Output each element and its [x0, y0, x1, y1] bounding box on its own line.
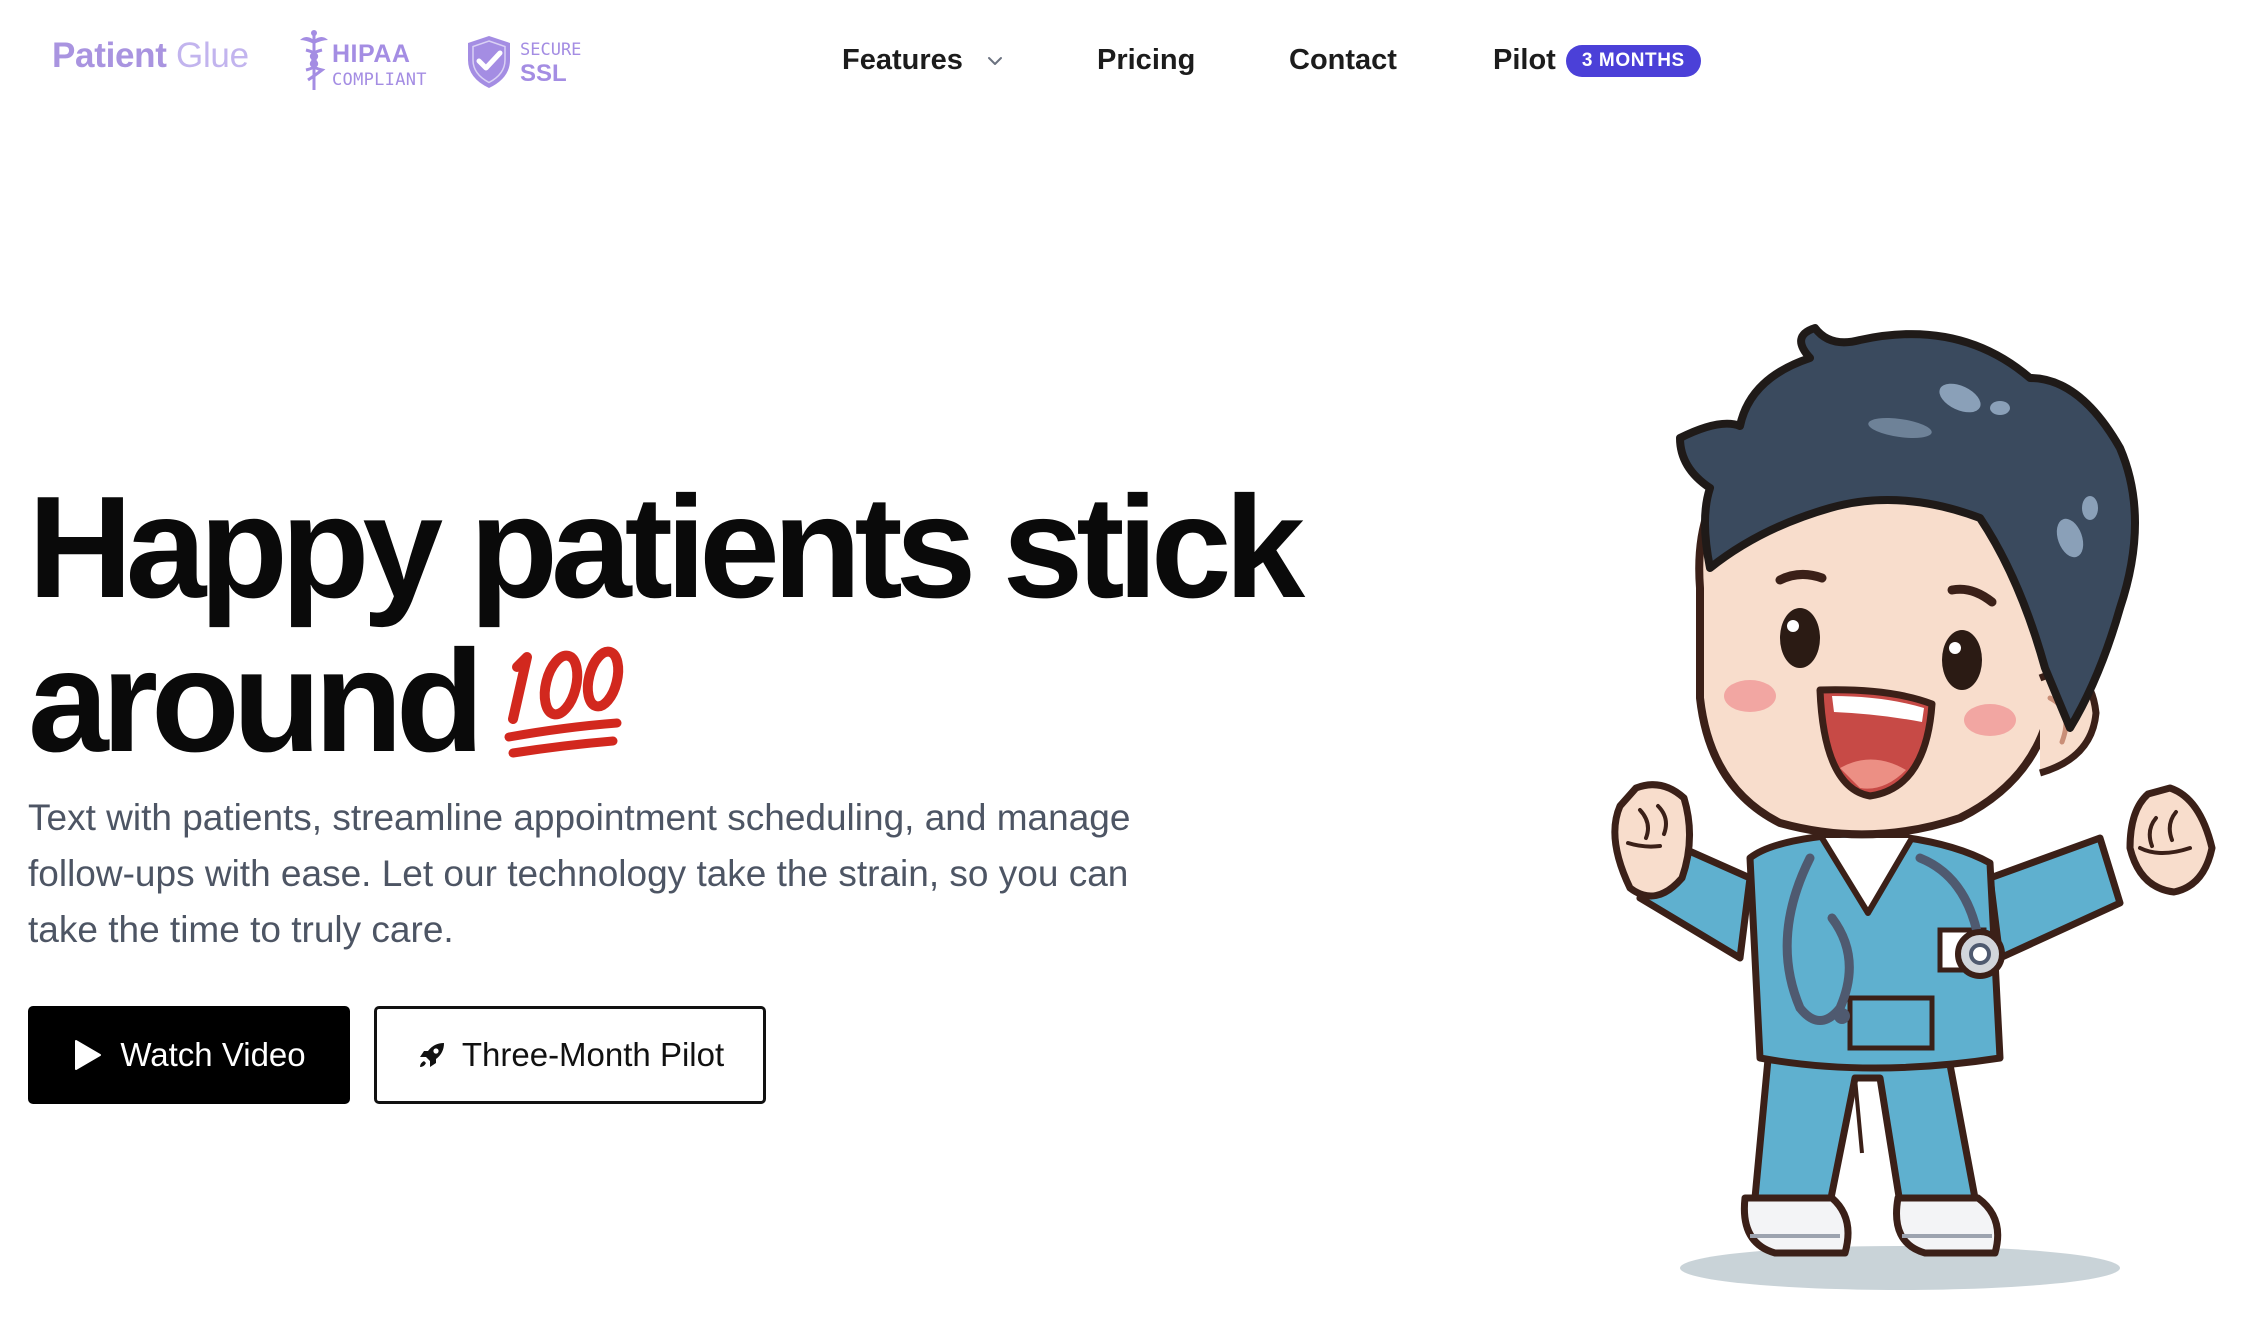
hipaa-badge-title: HIPAA — [332, 40, 411, 68]
three-month-pilot-button[interactable]: Three-Month Pilot — [374, 1006, 766, 1104]
brand-word-glue: Glue — [176, 36, 249, 75]
hero-title-line1: Happy patients stick — [28, 466, 1305, 628]
caduceus-icon — [300, 30, 328, 90]
hero-title-line2-wrap: around — [28, 624, 1348, 778]
nav-contact[interactable]: Contact — [1289, 40, 1397, 80]
hero-description: Text with patients, streamline appointme… — [28, 797, 1131, 950]
brand-logo[interactable]: Patient Glue — [52, 36, 249, 76]
hipaa-badge-subtitle: COMPLIANT — [332, 70, 427, 90]
ssl-badge-title: SSL — [520, 60, 567, 87]
nav-pricing[interactable]: Pricing — [1097, 40, 1195, 80]
shield-check-icon — [468, 36, 510, 88]
three-month-pilot-label: Three-Month Pilot — [461, 1036, 725, 1073]
hero-title: Happy patients stick around — [28, 470, 1348, 778]
hipaa-badge: HIPAA COMPLIANT — [296, 28, 427, 94]
watch-video-label: Watch Video — [120, 1036, 306, 1073]
chevron-down-icon — [987, 57, 1002, 66]
site-header: Patient Glue HIPAA COMPLIANT SECURE SSL … — [0, 0, 2252, 120]
pilot-duration-badge: 3 MONTHS — [1565, 45, 1701, 77]
ssl-badge-label: SECURE — [520, 40, 582, 60]
nav-features-label: Features — [842, 44, 963, 76]
nav-features[interactable]: Features — [842, 40, 1009, 80]
hero-title-line2: around — [28, 620, 484, 782]
nav-pilot-label: Pilot — [1493, 44, 1556, 76]
brand-word-patient: Patient — [52, 36, 167, 75]
rocket-icon — [419, 1043, 444, 1067]
watch-video-button[interactable]: Watch Video — [28, 1006, 350, 1104]
secure-ssl-badge: SECURE SSL — [464, 34, 594, 94]
play-icon — [75, 1040, 102, 1070]
nurse-mascot-illustration — [1611, 324, 2216, 1290]
hundred-points-icon — [504, 646, 624, 758]
nav-pilot[interactable]: Pilot 3 MONTHS — [1493, 40, 1701, 80]
